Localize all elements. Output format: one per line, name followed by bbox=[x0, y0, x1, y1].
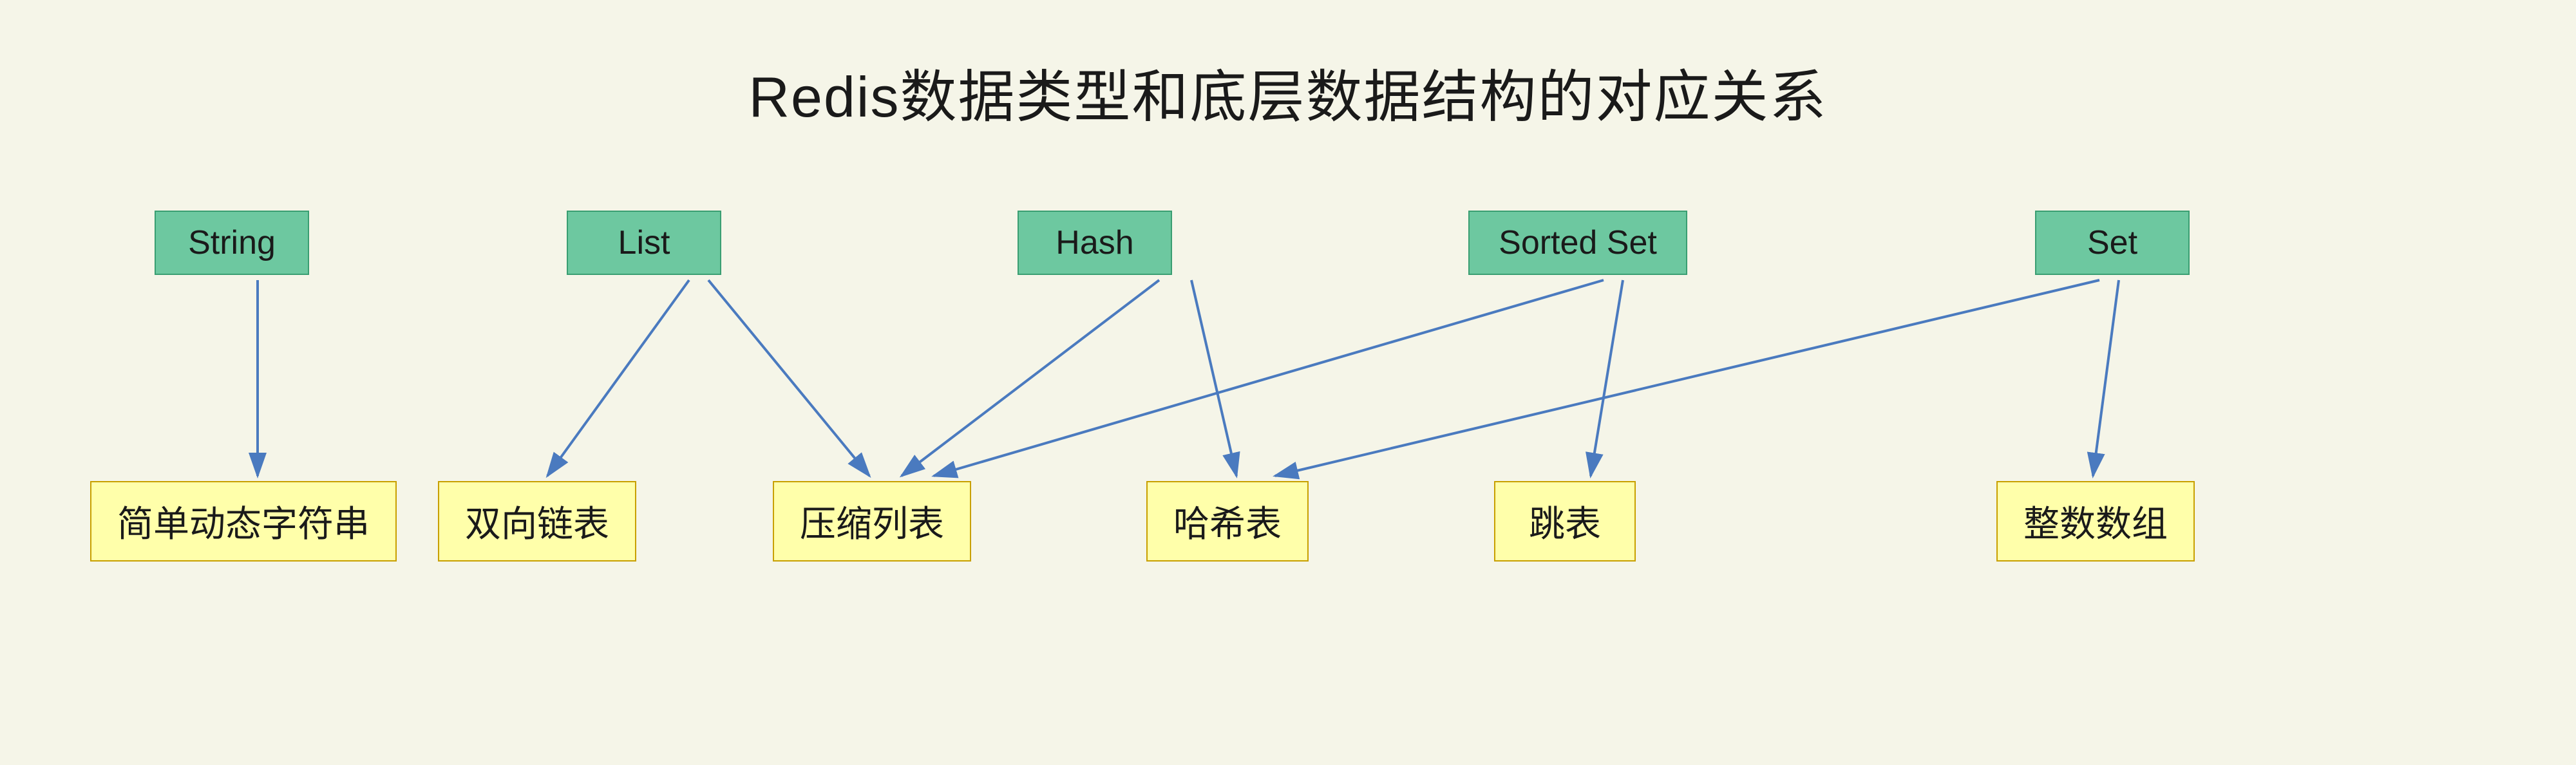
struct-box-intset: 整数数组 bbox=[1996, 481, 2195, 562]
type-box-string: String bbox=[155, 211, 309, 275]
type-box-set: Set bbox=[2035, 211, 2190, 275]
arrow-hash-ziplist bbox=[902, 280, 1159, 476]
struct-hashtable-label: 哈希表 bbox=[1173, 504, 1282, 544]
type-list-label: List bbox=[618, 224, 670, 261]
type-hash-label: Hash bbox=[1056, 224, 1133, 261]
struct-box-skiplist: 跳表 bbox=[1494, 481, 1636, 562]
type-box-sorted-set: Sorted Set bbox=[1468, 211, 1687, 275]
struct-sds-label: 简单动态字符串 bbox=[117, 504, 370, 544]
type-set-label: Set bbox=[2087, 224, 2137, 261]
arrow-list-ziplist bbox=[708, 280, 869, 476]
type-string-label: String bbox=[188, 224, 276, 261]
struct-box-linkedlist: 双向链表 bbox=[438, 481, 636, 562]
diagram-area: String List Hash Sorted Set Set 简单动态字符串 … bbox=[64, 185, 2512, 764]
struct-box-ziplist: 压缩列表 bbox=[773, 481, 971, 562]
type-box-hash: Hash bbox=[1018, 211, 1172, 275]
arrow-sortedset-ziplist bbox=[934, 280, 1604, 476]
arrow-set-hashtable bbox=[1275, 280, 2099, 476]
struct-intset-label: 整数数组 bbox=[2023, 504, 2168, 544]
arrow-hash-hashtable bbox=[1191, 280, 1236, 476]
struct-box-sds: 简单动态字符串 bbox=[90, 481, 397, 562]
arrow-list-linkedlist bbox=[547, 280, 689, 476]
page-title: Redis数据类型和底层数据结构的对应关系 bbox=[749, 52, 1828, 133]
arrow-set-intset bbox=[2093, 280, 2119, 476]
struct-box-hashtable: 哈希表 bbox=[1146, 481, 1309, 562]
struct-linkedlist-label: 双向链表 bbox=[465, 504, 609, 544]
page-container: Redis数据类型和底层数据结构的对应关系 bbox=[0, 0, 2576, 765]
type-box-list: List bbox=[567, 211, 721, 275]
type-sortedset-label: Sorted Set bbox=[1499, 224, 1657, 261]
struct-skiplist-label: 跳表 bbox=[1529, 504, 1601, 544]
struct-ziplist-label: 压缩列表 bbox=[800, 504, 944, 544]
arrow-sortedset-skiplist bbox=[1591, 280, 1623, 476]
